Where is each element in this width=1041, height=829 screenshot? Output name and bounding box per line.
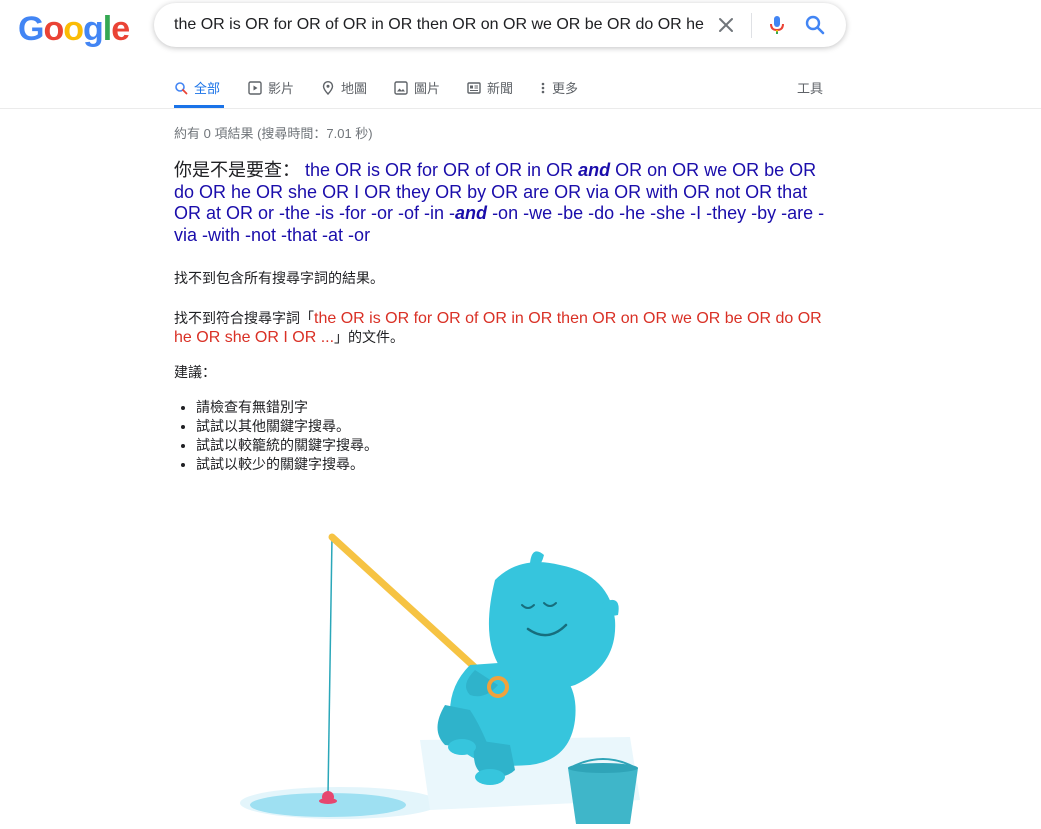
search-input[interactable]: the OR is OR for OR of OR in OR then OR … (174, 3, 709, 47)
search-icon[interactable] (804, 14, 826, 36)
suggestions-title: 建議： (174, 364, 216, 380)
did-you-mean-prefix: 你是不是要查： (174, 160, 300, 180)
did-you-mean-text: the OR is OR for OR of OR in OR (305, 160, 579, 180)
news-icon (467, 81, 481, 94)
map-pin-icon (322, 80, 334, 95)
tools-button[interactable]: 工具 (797, 78, 823, 97)
logo-letter: l (102, 10, 113, 48)
tab-label: 新聞 (487, 81, 514, 96)
logo-letter: o (43, 10, 64, 48)
result-stats: 約有 0 項結果 (搜尋時間：7.01 秒) (174, 126, 373, 141)
suggestion-item: 試試以其他關鍵字搜尋。 (196, 417, 378, 436)
microphone-icon[interactable] (766, 14, 788, 36)
logo-letter: g (83, 10, 104, 48)
search-divider (751, 13, 752, 38)
did-you-mean: 你是不是要查： the OR is OR for OR of OR in OR … (174, 160, 834, 246)
tab-all[interactable]: 全部 (174, 78, 220, 97)
tab-images[interactable]: 圖片 (394, 78, 440, 97)
close-icon[interactable] (716, 15, 736, 35)
tab-more[interactable]: 更多 (540, 78, 578, 97)
tab-videos[interactable]: 影片 (248, 78, 294, 97)
no-results-suffix: 」的文件。 (334, 329, 405, 345)
logo-letter: e (111, 10, 130, 48)
header-divider (0, 108, 1041, 109)
suggestion-item: 試試以較少的關鍵字搜尋。 (196, 455, 378, 474)
no-results-prefix: 找不到符合搜尋字詞「 (174, 310, 314, 326)
no-results-all-message: 找不到包含所有搜尋字詞的結果。 (174, 270, 384, 286)
more-vert-icon (541, 82, 545, 93)
tab-label: 更多 (552, 81, 579, 96)
did-you-mean-correction: and (455, 203, 488, 223)
fishing-monster-illustration (230, 525, 650, 829)
video-icon (248, 80, 262, 95)
google-logo[interactable]: Google (18, 10, 130, 49)
tab-label: 影片 (268, 81, 295, 96)
suggestion-item: 試試以較籠統的關鍵字搜尋。 (196, 436, 378, 455)
logo-letter: G (18, 10, 44, 48)
tab-news[interactable]: 新聞 (467, 78, 513, 97)
tab-label: 圖片 (414, 81, 441, 96)
suggestion-item: 請檢查有無錯別字 (196, 398, 378, 417)
did-you-mean-correction: and (578, 160, 611, 180)
tab-label: 地圖 (341, 81, 368, 96)
suggestions-list: 請檢查有無錯別字 試試以其他關鍵字搜尋。 試試以較籠統的關鍵字搜尋。 試試以較少… (174, 398, 378, 474)
no-results-message: 找不到符合搜尋字詞「the OR is OR for OR of OR in O… (174, 309, 834, 347)
tab-maps[interactable]: 地圖 (321, 78, 367, 97)
logo-letter: o (63, 10, 84, 48)
image-icon (394, 80, 408, 95)
search-box: the OR is OR for OR of OR in OR then OR … (154, 3, 846, 47)
tab-label: 全部 (194, 81, 221, 96)
search-icon (175, 81, 188, 94)
